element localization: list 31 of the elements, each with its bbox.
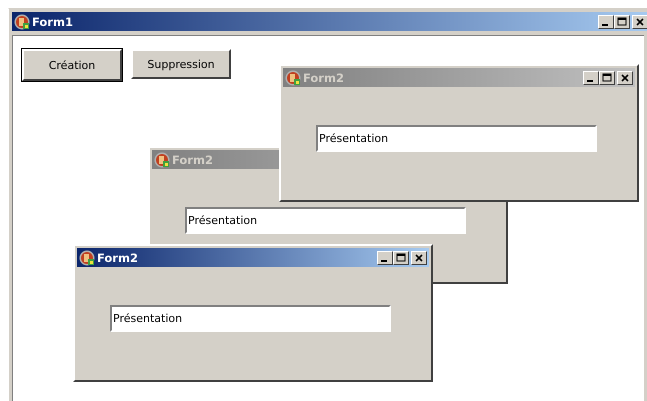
minimize-button[interactable] xyxy=(583,70,599,84)
close-icon xyxy=(620,72,630,82)
app-icon xyxy=(14,14,30,30)
minimize-icon xyxy=(587,80,593,82)
window-title: Form1 xyxy=(32,14,74,28)
maximize-button[interactable] xyxy=(614,14,630,28)
text-field[interactable]: Présentation xyxy=(110,305,391,332)
app-icon xyxy=(79,250,95,266)
minimize-button[interactable] xyxy=(377,250,393,264)
minimize-button[interactable] xyxy=(598,14,614,28)
app-icon xyxy=(285,70,301,86)
window-title: Form2 xyxy=(303,70,345,84)
text-field[interactable]: Présentation xyxy=(316,125,597,152)
maximize-icon xyxy=(396,252,406,262)
close-button[interactable] xyxy=(411,250,427,264)
maximize-button[interactable] xyxy=(599,70,615,84)
app-icon xyxy=(154,152,170,168)
minimize-icon xyxy=(381,260,387,262)
close-button[interactable] xyxy=(632,14,647,28)
text-field[interactable]: Présentation xyxy=(185,207,466,234)
window-title: Form2 xyxy=(97,250,139,264)
close-icon xyxy=(635,16,645,26)
maximize-button[interactable] xyxy=(393,250,409,264)
push-button[interactable]: Suppression xyxy=(131,49,231,79)
close-button[interactable] xyxy=(617,70,633,84)
minimize-icon xyxy=(602,24,608,26)
push-button[interactable]: Création xyxy=(22,49,122,81)
window-title: Form2 xyxy=(172,152,214,166)
close-icon xyxy=(414,252,424,262)
maximize-icon xyxy=(617,16,627,26)
maximize-icon xyxy=(602,72,612,82)
